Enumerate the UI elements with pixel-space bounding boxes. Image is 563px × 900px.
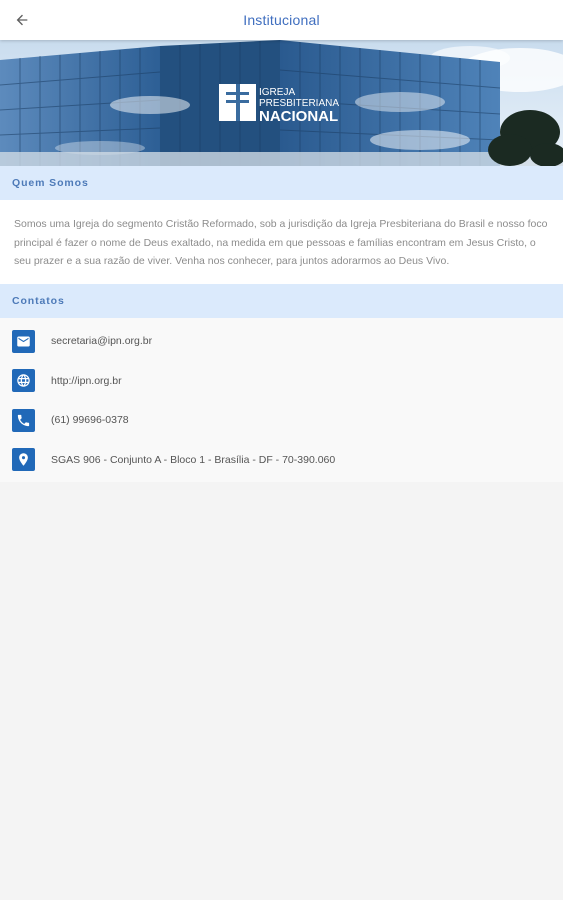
- contacts-list: secretaria@ipn.org.br http://ipn.org.br …: [0, 317, 563, 482]
- contact-address-text: SGAS 906 - Conjunto A - Bloco 1 - Brasíl…: [51, 453, 336, 466]
- contacts-section-header: Contatos: [0, 283, 563, 318]
- globe-icon: [12, 369, 35, 393]
- top-app-bar: Institucional: [0, 0, 563, 40]
- about-section-header: Quem Somos: [0, 166, 563, 200]
- logo-text-line3: NACIONAL: [259, 108, 338, 125]
- phone-icon: [12, 408, 35, 432]
- location-pin-icon: [12, 448, 35, 472]
- contact-address[interactable]: SGAS 906 - Conjunto A - Bloco 1 - Brasíl…: [0, 440, 563, 480]
- contact-email[interactable]: secretaria@ipn.org.br: [0, 322, 563, 362]
- contact-phone-text: (61) 99696-0378: [51, 414, 129, 427]
- contact-phone[interactable]: (61) 99696-0378: [0, 401, 563, 441]
- contact-email-text: secretaria@ipn.org.br: [51, 335, 153, 348]
- church-banner-image: IGREJA PRESBITERIANA NACIONAL: [0, 40, 563, 166]
- page-title: Institucional: [243, 12, 320, 28]
- contact-website-text: http://ipn.org.br: [51, 374, 122, 387]
- email-icon: [12, 329, 35, 353]
- app-screen: Institucional IGREJA PRESBITERIANA NACIO…: [0, 0, 563, 900]
- logo-text-line1: IGREJA: [259, 87, 295, 98]
- about-description: Somos uma Igreja do segmento Cristão Ref…: [0, 200, 563, 284]
- contact-website[interactable]: http://ipn.org.br: [0, 361, 563, 401]
